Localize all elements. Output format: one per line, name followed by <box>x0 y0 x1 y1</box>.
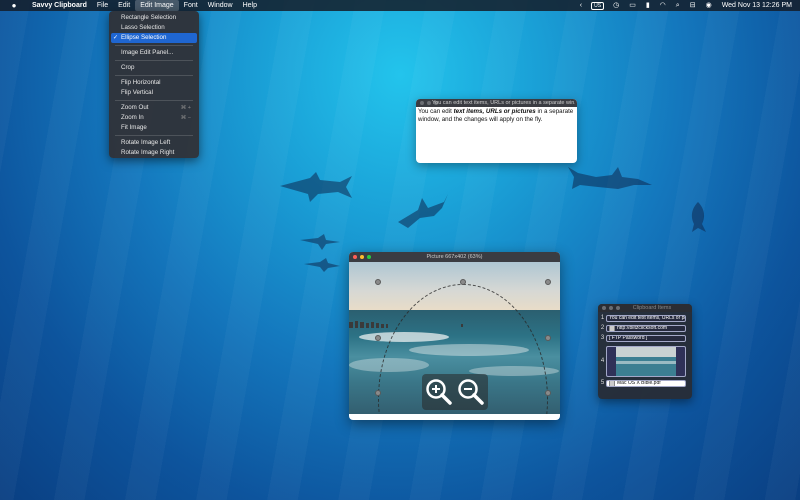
selection-handle[interactable] <box>375 390 381 396</box>
menu-item-flip-horizontal[interactable]: Flip Horizontal <box>111 78 197 88</box>
image-thumbnail <box>616 347 676 376</box>
panel-title: Clipboard Items <box>632 305 672 311</box>
window-titlebar[interactable]: You can edit text items, URLs or picture… <box>416 99 577 107</box>
menu-item-flip-vertical[interactable]: Flip Vertical <box>111 88 197 98</box>
battery-icon[interactable]: ▮ <box>641 0 655 11</box>
zoom-controls <box>422 374 488 410</box>
fish-silhouette-5 <box>568 167 652 189</box>
menu-item-ellipse-selection[interactable]: ✓ Ellipse Selection <box>111 33 197 43</box>
fish-silhouette-6 <box>691 202 706 232</box>
menu-item-rectangle-selection[interactable]: Rectangle Selection <box>111 13 197 23</box>
clock-icon[interactable]: ◷ <box>608 0 624 11</box>
menu-item-zoom-in[interactable]: Zoom In ⌘ − <box>111 113 197 123</box>
menu-item-rotate-right[interactable]: Rotate Image Right <box>111 148 197 158</box>
window-title: You can edit text items, URLs or picture… <box>432 100 575 106</box>
menu-window[interactable]: Window <box>203 0 238 11</box>
item-number: 1 <box>600 315 605 321</box>
text-editor-area[interactable]: You can edit text items, URLs or picture… <box>416 107 577 125</box>
siri-icon[interactable]: ◉ <box>701 0 717 11</box>
text-editor-window: You can edit text items, URLs or picture… <box>416 99 577 163</box>
selection-handle[interactable] <box>460 279 466 285</box>
selection-handle[interactable] <box>545 335 551 341</box>
clip-item-text[interactable]: You can edit text items, URLs or pictu..… <box>606 315 686 322</box>
menu-bar: ● Savvy Clipboard File Edit Edit Image F… <box>0 0 800 11</box>
menu-separator <box>115 60 193 61</box>
selection-handle[interactable] <box>545 279 551 285</box>
checkmark-icon: ✓ <box>113 35 119 41</box>
menu-separator <box>115 45 193 46</box>
selection-handle[interactable] <box>545 390 551 396</box>
menu-item-zoom-out[interactable]: Zoom Out ⌘ + <box>111 103 197 113</box>
list-item[interactable]: 3 [ FTP Password ] <box>598 335 686 342</box>
pdf-file-icon <box>609 381 615 386</box>
display-icon[interactable]: ▭ <box>624 0 641 11</box>
item-number: 5 <box>600 380 605 386</box>
menu-app-name[interactable]: Savvy Clipboard <box>27 0 92 11</box>
close-button[interactable] <box>420 101 424 105</box>
list-item[interactable]: 2 http://blitzclicksoft.com <box>598 325 686 332</box>
menu-help[interactable]: Help <box>238 0 262 11</box>
clip-item-url[interactable]: http://blitzclicksoft.com <box>606 325 686 332</box>
menu-item-crop[interactable]: Crop <box>111 63 197 73</box>
clip-item-file[interactable]: Mac OS X Bible.pdf <box>606 380 686 387</box>
fish-silhouette-3 <box>300 234 340 250</box>
edit-image-menu: Rectangle Selection Lasso Selection ✓ Ell… <box>109 11 199 158</box>
menu-separator <box>115 75 193 76</box>
shortcut-label: ⌘ − <box>180 115 191 121</box>
clipboard-items-panel: Clipboard Items 1 You can edit text item… <box>598 304 692 399</box>
minimize-button[interactable] <box>609 306 613 310</box>
menu-clock[interactable]: Wed Nov 13 12:26 PM <box>717 2 800 9</box>
picture-window: Picture 667x402 (63%) <box>349 252 560 420</box>
list-item[interactable]: 4 <box>598 346 686 377</box>
url-file-icon <box>609 326 615 331</box>
menu-edit[interactable]: Edit <box>113 0 135 11</box>
menu-item-lasso-selection[interactable]: Lasso Selection <box>111 23 197 33</box>
zoom-out-icon[interactable] <box>457 378 485 406</box>
menu-font[interactable]: Font <box>179 0 203 11</box>
menu-item-rotate-left[interactable]: Rotate Image Left <box>111 138 197 148</box>
fish-silhouette-1 <box>280 172 352 202</box>
minimize-button[interactable] <box>427 101 431 105</box>
item-number: 2 <box>600 325 605 331</box>
fish-silhouette-2 <box>398 194 448 228</box>
menu-separator <box>115 100 193 101</box>
list-item[interactable]: 5 Mac OS X Bible.pdf <box>598 380 686 387</box>
wifi-icon[interactable]: ◠ <box>655 0 671 11</box>
status-area: ‹ US ◷ ▭ ▮ ◠ ⌕ ⊟ ◉ Wed Nov 13 12:26 PM <box>575 0 800 11</box>
item-number: 4 <box>600 358 605 364</box>
list-item[interactable]: 1 You can edit text items, URLs or pictu… <box>598 315 686 322</box>
selection-handle[interactable] <box>375 279 381 285</box>
search-icon[interactable]: ⌕ <box>671 0 685 11</box>
menu-file[interactable]: File <box>92 0 113 11</box>
chevron-left-icon[interactable]: ‹ <box>575 0 587 11</box>
shortcut-label: ⌘ + <box>180 105 191 111</box>
window-title: Picture 667x402 (63%) <box>426 254 483 260</box>
close-button[interactable] <box>353 255 357 259</box>
panel-titlebar[interactable]: Clipboard Items <box>598 304 692 312</box>
window-titlebar[interactable]: Picture 667x402 (63%) <box>349 252 560 262</box>
fish-silhouette-4 <box>304 258 340 272</box>
clip-item-password[interactable]: [ FTP Password ] <box>606 335 686 342</box>
close-button[interactable] <box>602 306 606 310</box>
menu-item-fit-image[interactable]: Fit Image <box>111 123 197 133</box>
minimize-button[interactable] <box>360 255 364 259</box>
input-source-indicator[interactable]: US <box>591 1 605 10</box>
clip-item-image[interactable] <box>606 346 686 377</box>
menu-separator <box>115 135 193 136</box>
control-center-icon[interactable]: ⊟ <box>685 0 701 11</box>
zoom-in-icon[interactable] <box>425 378 453 406</box>
menu-edit-image[interactable]: Edit Image <box>135 0 179 11</box>
selection-handle[interactable] <box>375 335 381 341</box>
emphasis-text: text items, URLs or pictures <box>453 108 536 115</box>
image-canvas[interactable] <box>349 262 560 414</box>
menu-item-image-edit-panel[interactable]: Image Edit Panel... <box>111 48 197 58</box>
item-number: 3 <box>600 335 605 341</box>
apple-icon[interactable]: ● <box>9 1 19 10</box>
